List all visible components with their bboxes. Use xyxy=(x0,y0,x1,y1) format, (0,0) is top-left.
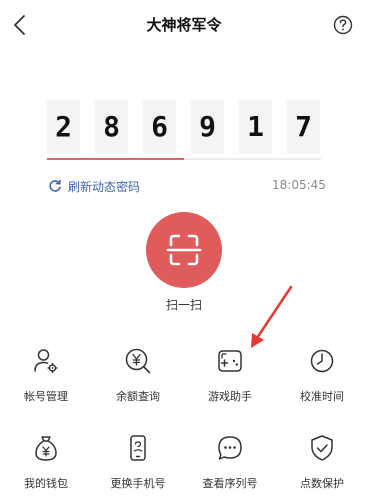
clock-icon xyxy=(310,349,334,373)
help-icon[interactable] xyxy=(333,15,353,35)
scan-icon xyxy=(166,234,202,266)
grid-item-label: 帐号管理 xyxy=(24,390,68,403)
gamepad-icon xyxy=(218,350,242,372)
code-countdown-bar xyxy=(47,158,321,160)
grid-item-calibrate-time[interactable]: 校准时间 xyxy=(276,346,368,416)
refresh-code-button[interactable]: 刷新动态密码 xyxy=(48,176,140,196)
code-digit: 1 xyxy=(239,100,272,154)
refresh-icon xyxy=(49,179,61,192)
grid-item-label: 校准时间 xyxy=(300,390,344,403)
account-settings-icon xyxy=(34,349,58,374)
scan-button[interactable] xyxy=(146,212,222,288)
grid-item-my-wallet[interactable]: 我的钱包 xyxy=(0,433,92,503)
grid-item-label: 查看序列号 xyxy=(202,477,258,490)
grid-item-change-phone[interactable]: 更换手机号 xyxy=(92,433,184,503)
grid-item-view-serial[interactable]: 查看序列号 xyxy=(184,433,276,503)
grid-item-game-assistant[interactable]: 游戏助手 xyxy=(184,346,276,416)
grid-item-label: 更换手机号 xyxy=(110,477,166,490)
top-bar: 大神将军令 xyxy=(0,0,368,50)
grid-item-balance-query[interactable]: 余额查询 xyxy=(92,346,184,416)
yuan-search-icon xyxy=(125,348,151,374)
code-digit: 7 xyxy=(287,100,320,154)
page-title: 大神将军令 xyxy=(146,16,222,34)
shield-check-icon xyxy=(311,435,333,461)
grid-item-label: 我的钱包 xyxy=(24,477,68,490)
phone-change-icon xyxy=(130,435,146,461)
code-digit: 2 xyxy=(47,100,80,154)
grid-item-label: 点数保护 xyxy=(300,477,344,490)
grid-item-points-protection[interactable]: 点数保护 xyxy=(276,433,368,503)
code-digit: 8 xyxy=(95,100,128,154)
chat-bubble-icon xyxy=(218,436,242,460)
grid-item-label: 游戏助手 xyxy=(208,390,252,403)
current-time: 18:05:45 xyxy=(272,178,326,192)
refresh-code-label: 刷新动态密码 xyxy=(68,179,141,194)
code-digit: 9 xyxy=(191,100,224,154)
code-digit: 6 xyxy=(143,100,176,154)
scan-label: 扫一扫 xyxy=(165,298,202,312)
grid-item-label: 余额查询 xyxy=(116,390,160,403)
grid-item-account-management[interactable]: 帐号管理 xyxy=(0,346,92,416)
code-countdown-fill xyxy=(47,158,184,160)
money-bag-icon xyxy=(35,436,57,461)
dynamic-code: 2 8 6 9 1 7 xyxy=(47,100,321,154)
